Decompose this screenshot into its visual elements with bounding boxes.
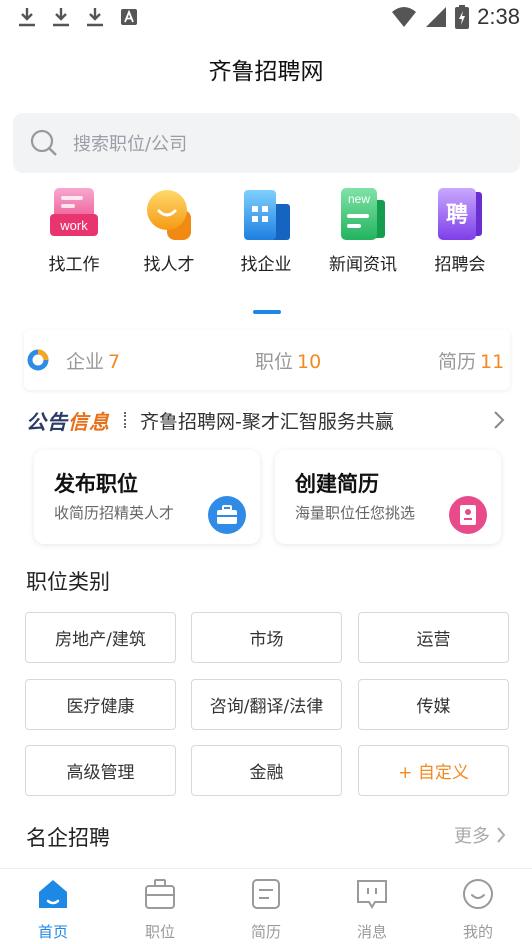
status-bar: 2:38 [0,0,532,36]
quick-nav-find-company[interactable]: 找企业 [221,186,311,275]
download-icon [19,8,35,27]
search-input[interactable]: 搜索职位/公司 [13,113,520,173]
briefcase-icon [145,879,175,909]
card-subtitle: 收简历招精英人才 [54,504,175,522]
download-icon [87,8,103,27]
stats-card: 企业 7 职位 10 简历 11 [24,330,510,390]
battery-icon [455,5,470,29]
create-resume-card[interactable]: 创建简历 海量职位任您挑选 [275,450,501,544]
quick-nav: work 找工作 找人才 找企业 new 新闻资讯 聘 招聘会 [0,186,532,278]
wifi-icon [392,7,417,27]
tab-label: 简历 [250,923,281,941]
tab-messages[interactable]: 消息 [332,877,412,942]
category-button[interactable]: 房地产/建筑 [25,612,176,663]
tab-label: 职位 [144,923,175,941]
section-title-categories: 职位类别 [26,570,110,594]
job-fair-icon: 聘 [434,186,486,242]
quick-nav-label: 找人才 [143,255,195,275]
quick-nav-label: 找工作 [48,255,100,275]
signal-icon [426,7,447,27]
stat-resume[interactable]: 简历 11 [438,347,504,374]
more-label: 更多 [454,826,490,847]
more-link[interactable]: 更多 [454,822,506,848]
download-icon [53,8,69,27]
quick-nav-label: 招聘会 [434,255,486,275]
category-button[interactable]: 传媒 [358,679,509,730]
clock: 2:38 [477,4,520,29]
stat-position[interactable]: 职位 10 [255,347,321,374]
card-title: 创建简历 [295,472,379,496]
card-subtitle: 海量职位任您挑选 [295,504,416,522]
card-title: 发布职位 [54,472,138,496]
font-icon [121,9,137,25]
chevron-right-icon [497,827,506,843]
tab-home[interactable]: 首页 [13,877,93,942]
company-icon [240,186,292,242]
stat-company[interactable]: 企业 7 [66,347,120,374]
section-title-famous: 名企招聘 [26,826,110,850]
search-placeholder: 搜索职位/公司 [73,134,188,155]
home-icon [39,880,67,908]
divider [124,412,126,428]
ring-chart-icon [27,349,49,371]
resume-icon [449,496,487,534]
work-icon: work [48,186,100,242]
quick-nav-label: 新闻资讯 [329,255,397,275]
notice-text: 齐鲁招聘网-聚才汇智服务共赢 [140,410,394,433]
news-icon: new [337,186,389,242]
message-icon [357,880,387,909]
quick-nav-find-job[interactable]: work 找工作 [29,186,119,275]
category-button[interactable]: 医疗健康 [25,679,176,730]
svg-text:new: new [348,192,370,206]
tab-label: 消息 [356,923,387,941]
profile-icon [463,879,493,909]
tab-positions[interactable]: 职位 [120,877,200,942]
add-custom-category-button[interactable]: + 自定义 [358,745,509,796]
chevron-right-icon [494,411,505,429]
talent-icon [143,186,195,242]
briefcase-icon [208,496,246,534]
notice-logo: 公告信息 [26,409,110,434]
quick-nav-find-talent[interactable]: 找人才 [124,186,214,275]
page-title: 齐鲁招聘网 [208,59,324,85]
category-button[interactable]: 市场 [191,612,342,663]
tab-label: 我的 [462,923,493,941]
svg-text:work: work [59,218,88,233]
quick-nav-news[interactable]: new 新闻资讯 [318,186,408,275]
quick-nav-job-fair[interactable]: 聘 招聘会 [415,186,505,275]
tab-label: 首页 [37,923,68,941]
svg-text:聘: 聘 [446,203,468,228]
category-button[interactable]: 金融 [191,745,342,796]
category-button[interactable]: 高级管理 [25,745,176,796]
tab-profile[interactable]: 我的 [438,877,518,942]
page-indicator [253,310,281,314]
post-job-card[interactable]: 发布职位 收简历招精英人才 [34,450,260,544]
tab-resume[interactable]: 简历 [226,877,306,942]
bottom-nav: 首页 职位 简历 消息 我的 [0,868,532,944]
category-button[interactable]: 运营 [358,612,509,663]
notice-bar[interactable]: 公告信息 齐鲁招聘网-聚才汇智服务共赢 [26,404,510,436]
search-icon [30,129,57,156]
category-button[interactable]: 咨询/翻译/法律 [191,679,342,730]
quick-nav-label: 找企业 [240,255,292,275]
resume-icon [252,879,280,909]
